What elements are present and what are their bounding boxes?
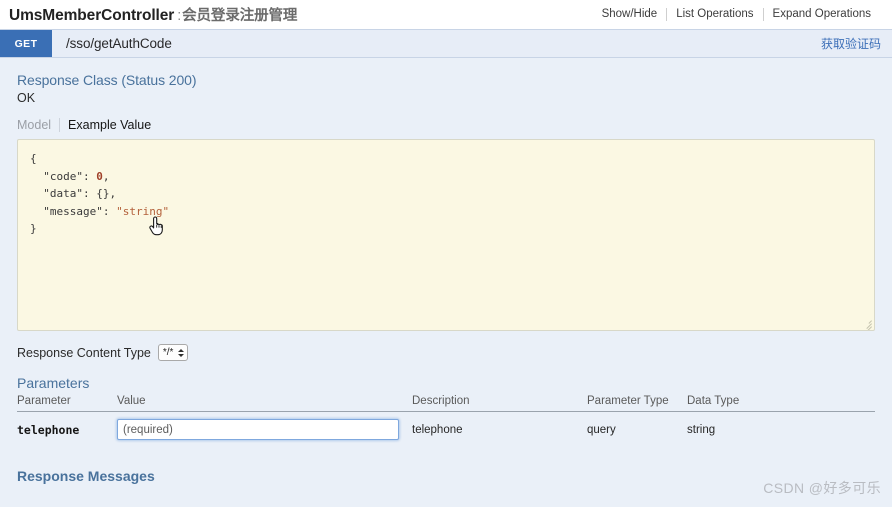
- operation-body: Response Class (Status 200) OK Model Exa…: [0, 58, 892, 505]
- response-status-text: OK: [17, 91, 36, 105]
- tab-model[interactable]: Model: [17, 118, 61, 132]
- option-expand-operations[interactable]: Expand Operations: [764, 8, 880, 21]
- controller-description: 会员登录注册管理: [182, 8, 298, 24]
- title-separator: :: [177, 8, 182, 24]
- response-class-heading: Response Class (Status 200): [17, 72, 197, 88]
- cell-parameter-value: [117, 412, 412, 447]
- column-header-parameter-type: Parameter Type: [587, 395, 687, 412]
- parameters-heading: Parameters: [17, 375, 90, 391]
- response-messages-heading: Response Messages: [17, 468, 155, 485]
- example-value-code-block[interactable]: { "code": 0, "data": {}, "message": "str…: [17, 139, 875, 331]
- column-header-parameter: Parameter: [17, 395, 117, 412]
- swagger-ui-page: UmsMemberController:会员登录注册管理 Show/Hide L…: [0, 0, 892, 507]
- operation-summary-link[interactable]: 获取验证码: [821, 30, 892, 57]
- resource-options: Show/Hide List Operations Expand Operati…: [593, 8, 880, 21]
- column-header-description: Description: [412, 395, 587, 412]
- parameter-name-telephone: telephone: [17, 422, 80, 437]
- resource-title[interactable]: UmsMemberController:会员登录注册管理: [9, 4, 297, 25]
- telephone-input[interactable]: [117, 419, 399, 440]
- cell-data-type: string: [687, 423, 716, 436]
- operation-path[interactable]: /sso/getAuthCode: [52, 30, 172, 57]
- table-row: telephone telephone query string: [17, 412, 875, 447]
- example-value-json: { "code": 0, "data": {}, "message": "str…: [30, 152, 170, 235]
- controller-name: UmsMemberController: [9, 7, 175, 24]
- cell-description: telephone: [412, 423, 463, 436]
- tab-example-value[interactable]: Example Value: [60, 118, 151, 132]
- table-header-row: Parameter Value Description Parameter Ty…: [17, 395, 875, 412]
- option-list-operations[interactable]: List Operations: [667, 8, 762, 21]
- operation-header[interactable]: GET /sso/getAuthCode 获取验证码: [0, 29, 892, 58]
- column-header-data-type: Data Type: [687, 395, 875, 412]
- http-method-badge: GET: [0, 30, 52, 57]
- chevron-updown-icon: [178, 348, 185, 357]
- response-content-type-row: Response Content Type */*: [17, 344, 875, 361]
- option-show-hide[interactable]: Show/Hide: [593, 8, 667, 21]
- response-content-type-label: Response Content Type: [17, 345, 151, 360]
- column-header-value: Value: [117, 395, 412, 412]
- model-tabs: Model Example Value: [17, 118, 875, 132]
- cell-parameter-name: telephone: [17, 412, 117, 447]
- resize-handle-icon[interactable]: [861, 317, 872, 330]
- parameters-table: Parameter Value Description Parameter Ty…: [17, 395, 875, 446]
- resource-header: UmsMemberController:会员登录注册管理 Show/Hide L…: [0, 0, 892, 29]
- response-content-type-select[interactable]: */*: [157, 344, 189, 361]
- response-content-type-value: */*: [162, 347, 174, 358]
- cell-parameter-type: query: [587, 423, 616, 436]
